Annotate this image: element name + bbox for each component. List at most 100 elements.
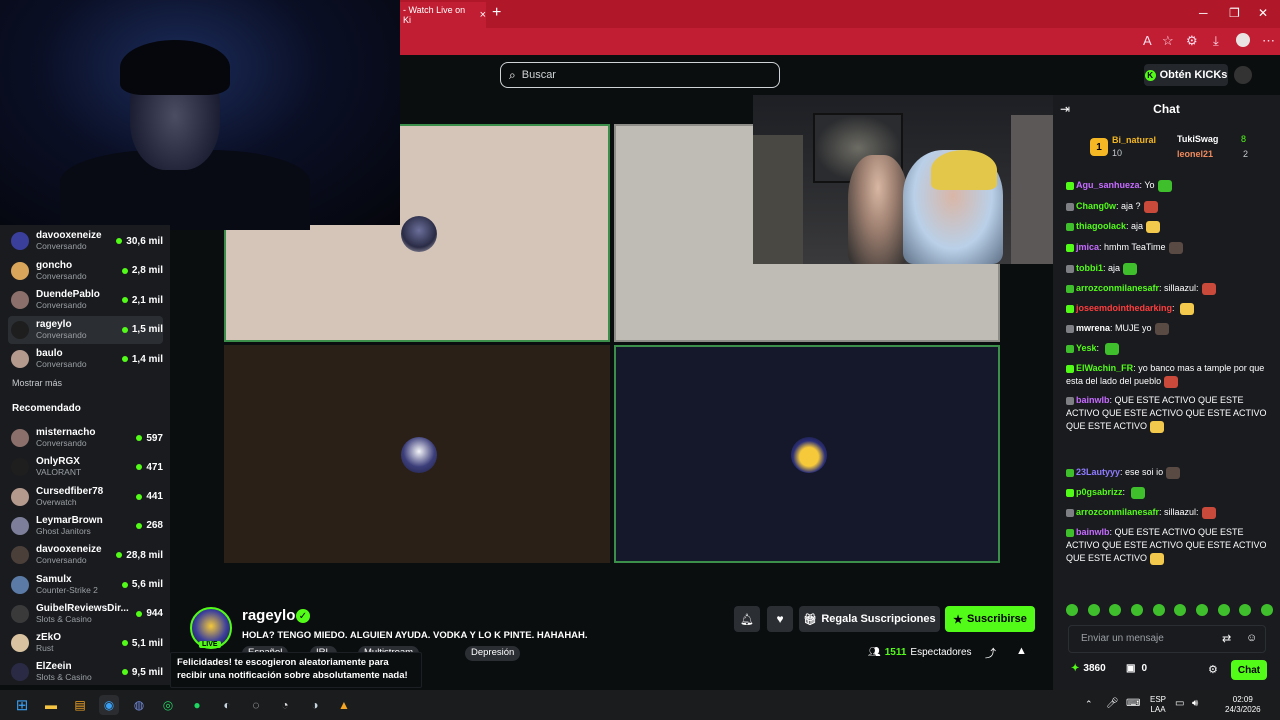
report-icon[interactable]: ▲ [1016,645,1027,657]
emote-icon [1104,342,1119,355]
chat-username[interactable]: Yesk [1076,343,1097,353]
gift-subscriptions-button[interactable]: 🎁︎ Regala Suscripciones [799,606,940,632]
channel-category: Conversando [36,270,87,281]
discord-icon[interactable]: ◍ [129,695,149,715]
profile-icon[interactable] [1236,33,1250,47]
channel-avatar [11,261,29,280]
extensions-icon[interactable]: ⚙ [1186,33,1198,49]
keyboard-icon[interactable]: ⌨ [1126,698,1140,709]
network-icon[interactable]: ▭ [1175,698,1184,709]
sidebar-channel-duendepablo[interactable]: DuendePablo Conversando 2,1 mil [8,286,163,314]
chat-username[interactable]: jmica [1076,242,1099,252]
chat-username[interactable]: ElWachin_FR [1076,363,1133,373]
chat-send-button[interactable]: Chat [1231,660,1267,680]
chat-username[interactable]: arrozconmilanesafr [1076,283,1159,293]
chat-username[interactable]: joseemdointhedarking [1076,303,1172,313]
chat-message: jmica: hmhm TeaTime [1066,241,1273,254]
chat-username[interactable]: thiagoolack [1076,221,1126,231]
chat-username[interactable]: bainwlb [1076,527,1110,537]
notification-bell-button[interactable]: 🔔︎ [734,606,760,632]
chat-username[interactable]: bainwlb [1076,395,1110,405]
whatsapp-icon[interactable]: ◎ [158,695,178,715]
sidebar-channel-elzeein[interactable]: ElZeein Slots & Casino 9,5 mil [8,658,163,686]
sidebar-channel-onlyrgx[interactable]: OnlyRGX VALORANT 471 [8,453,163,481]
chat-text: ese soi io [1125,467,1164,477]
kicks-points[interactable]: ✦ 3860 [1071,663,1106,674]
channel-viewers: 471 [136,462,163,473]
user-avatar[interactable] [1234,66,1252,84]
sidebar-channel-leymarbrown[interactable]: LeymarBrown Ghost Janitors 268 [8,512,163,540]
edge-browser-icon[interactable]: ◉ [99,695,119,715]
sidebar-channel-rageylo[interactable]: rageylo Conversando 1,5 mil [8,315,163,344]
file-explorer-icon[interactable]: ▬ [41,695,61,715]
sidebar-channel-cursedfiber78[interactable]: Cursedfiber78 Overwatch 441 [8,483,163,511]
get-kicks-button[interactable]: K Obtén KICKs [1144,64,1228,86]
sidebar-channel-misternacho[interactable]: misternacho Conversando 597 [8,424,163,452]
maximize-icon[interactable]: ❐ [1229,6,1240,20]
emote-icon [1195,604,1208,616]
user-badge-icon [1066,243,1074,252]
speaker-icon[interactable]: 🔊︎ [1192,698,1198,709]
system-clock[interactable]: 02:09 24/3/2026 [1225,695,1261,715]
chat-message: Yesk: [1066,342,1273,355]
emote-icon [1066,604,1078,616]
sidebar-channel-zeko[interactable]: zEkO Rust 5,1 mil [8,629,163,657]
window-close-icon[interactable]: ✕ [1258,6,1268,20]
app-icon[interactable]: ▲ [334,695,354,715]
sidebar-channel-davooxeneize[interactable]: davooxeneize Conversando 28,8 mil [8,541,163,569]
follow-button[interactable]: ♥ [767,606,793,632]
tray-expand-icon[interactable]: ⌃ [1085,699,1093,710]
chat-username[interactable]: arrozconmilanesafr [1076,507,1159,517]
channel-category: Conversando [36,555,87,566]
chat-input[interactable]: Enviar un mensaje [1068,625,1266,653]
more-menu-icon[interactable]: ⋯ [1262,33,1275,49]
obs-icon[interactable]: ◔ [275,695,295,715]
spotify-icon[interactable]: ● [187,695,207,715]
share-icon[interactable]: ⤴ [985,645,996,661]
read-aloud-icon[interactable]: A [1143,33,1152,48]
microphone-icon[interactable]: 🎤︎ [1106,698,1119,709]
tab-close-icon[interactable]: × [480,9,486,21]
translate-icon[interactable]: ⇄ [1222,632,1231,645]
chat-username[interactable]: tobbi1 [1076,263,1103,273]
search-input[interactable]: ⌕ Buscar [500,62,780,88]
chat-username[interactable]: 23Lautyyy [1076,467,1120,477]
predictions-counter[interactable]: ▣ 0 [1126,663,1147,674]
viewer-count-value: 441 [146,491,163,503]
chat-username[interactable]: mwrena [1076,323,1110,333]
user-badge-icon [1066,222,1074,231]
channel-viewers: 2,8 mil [121,265,163,276]
subscribe-button[interactable]: ★ Suscribirse [945,606,1035,632]
sidebar-channel-goncho[interactable]: goncho Conversando 2,8 mil [8,257,163,285]
emote-quick-bar[interactable] [1066,604,1273,618]
streamer-name[interactable]: rageylo [242,607,295,624]
tag-chip[interactable]: Depresión [465,646,521,661]
chat-message: bainwlb: QUE ESTE ACTIVO QUE ESTE ACTIVO… [1066,527,1267,565]
chat-username[interactable]: p0gsabrizz [1076,487,1123,497]
channel-avatar [11,575,29,594]
sidebar-channel-samulx[interactable]: Samulx Counter-Strike 2 5,6 mil [8,571,163,599]
new-tab-icon[interactable]: + [492,4,501,22]
favorite-star-icon[interactable]: ☆ [1162,33,1174,49]
app-icon[interactable]: ◌ [246,695,266,715]
sidebar-channel-baulo[interactable]: baulo Conversando 1,4 mil [8,345,163,373]
windows-start-icon[interactable]: ⊞ [12,695,32,715]
channel-category: VALORANT [36,467,82,478]
steam-icon[interactable]: ◑ [305,695,325,715]
browser-tab[interactable]: - Watch Live on Ki × [400,2,486,28]
viewers-label: Espectadores [910,647,972,658]
sidebar-channel-davooxeneize[interactable]: davooxeneize Conversando 30,6 mil [8,227,163,255]
chat-settings-icon[interactable]: ⚙ [1208,663,1218,676]
chat-username[interactable]: Agu_sanhueza [1076,180,1140,190]
download-icon[interactable]: ⤓ [1213,33,1219,49]
notes-app-icon[interactable]: ▤ [70,695,90,715]
emoji-icon[interactable]: ☺ [1246,632,1257,644]
chat-message: Agu_sanhueza: Yo [1066,179,1273,192]
show-more-link[interactable]: Mostrar más [12,378,62,388]
language-indicator[interactable]: ESP LAA [1150,695,1166,715]
steam-icon[interactable]: ◐ [217,695,237,715]
channel-category: Conversando [36,329,87,340]
sidebar-channel-guibelreviewsdir[interactable]: GuibelReviewsDir... Slots & Casino 944 [8,600,163,628]
minimize-icon[interactable]: ─ [1199,6,1208,20]
chat-username[interactable]: Chang0w [1076,201,1116,211]
